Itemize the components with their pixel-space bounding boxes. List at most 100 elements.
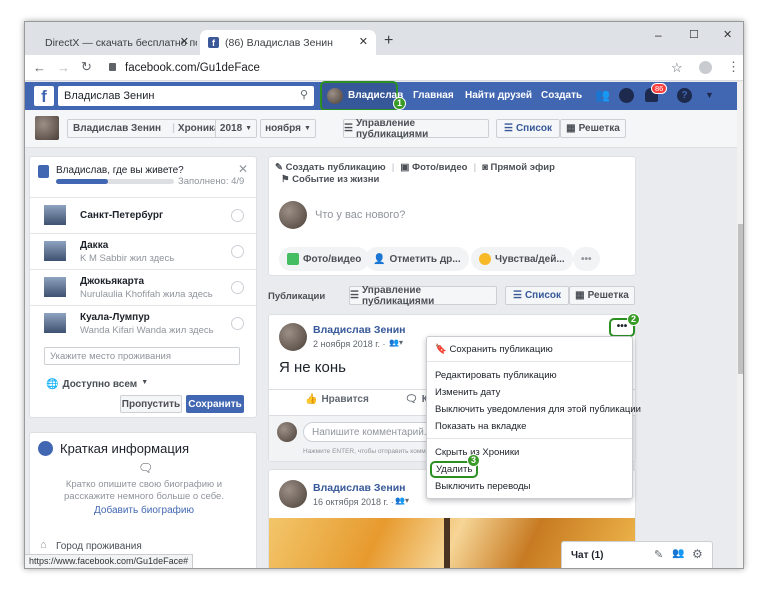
menu-item-show-on-tab[interactable]: Показать на вкладке xyxy=(435,421,526,432)
city-subtitle: Wanda Kifari Wanda жил здесь xyxy=(80,325,214,336)
tab-create-post[interactable]: ✎ Создать публикацию xyxy=(275,162,386,173)
photo-video-label: Фото/видео xyxy=(303,253,362,265)
chevron-down-icon: ▼ xyxy=(141,379,149,386)
audience-friends-icon[interactable]: 👥▾ xyxy=(389,338,403,347)
tab-directx[interactable]: DirectX — скачать бесплатно по ✕ xyxy=(31,30,197,55)
more-options-button[interactable]: ••• xyxy=(573,247,600,271)
location-card: Владислав, где вы живете? ✕ Заполнено: 4… xyxy=(29,156,257,418)
list-item[interactable]: Санкт-Петербург xyxy=(30,197,256,233)
post-date[interactable]: 2 ноября 2018 г. · xyxy=(313,339,386,349)
maximize-button[interactable]: ☐ xyxy=(689,28,699,41)
list-view-button[interactable]: ☰ Список xyxy=(505,286,569,305)
post-author[interactable]: Владислав Зенин xyxy=(313,482,406,494)
divider xyxy=(427,438,632,439)
city-radio[interactable] xyxy=(231,245,244,258)
forward-arrow-icon[interactable]: → xyxy=(57,60,70,75)
list-icon: ☰ xyxy=(512,290,522,301)
help-icon[interactable]: ? xyxy=(677,88,692,103)
tab-photo[interactable]: ▣ Фото/видео xyxy=(400,162,467,173)
close-icon[interactable]: ✕ xyxy=(180,35,189,48)
city-subtitle: Nurulaulia Khofifah жила здесь xyxy=(80,289,213,300)
search-icon[interactable]: ⚲ xyxy=(300,88,308,101)
city-radio[interactable] xyxy=(231,209,244,222)
nav-create[interactable]: Создать xyxy=(541,86,582,106)
scrollbar-thumb[interactable] xyxy=(738,224,743,374)
post-date[interactable]: 16 октября 2018 г. · xyxy=(313,497,394,507)
audience-selector[interactable]: 🌐 Доступно всем ▼ xyxy=(46,379,148,390)
progress-track xyxy=(56,179,174,184)
profile-icon[interactable] xyxy=(699,61,712,74)
facebook-logo-icon[interactable]: f xyxy=(34,86,54,106)
composer-input[interactable]: Что у вас нового? xyxy=(315,209,405,221)
manage-posts-button[interactable]: ☰ Управление публикациями xyxy=(349,285,497,307)
nav-find-friends[interactable]: Найти друзей xyxy=(465,86,532,106)
group-icon[interactable]: 👥 xyxy=(672,548,684,559)
avatar[interactable] xyxy=(279,323,307,351)
comment-button[interactable]: 🗨 К xyxy=(405,394,428,405)
menu-dots-icon[interactable]: ⋮ xyxy=(727,59,740,75)
tag-friends-button[interactable]: 👤 Отметить др... xyxy=(365,247,469,271)
tag-user-icon: 👤 xyxy=(373,253,386,265)
close-window-button[interactable]: ✕ xyxy=(723,28,732,41)
comment-input[interactable]: Напишите комментарий... xyxy=(303,422,437,442)
save-button[interactable]: Сохранить xyxy=(186,395,244,413)
city-radio[interactable] xyxy=(231,281,244,294)
menu-item-change-date[interactable]: Изменить дату xyxy=(435,387,500,398)
list-icon: ☰ xyxy=(503,123,513,134)
search-input[interactable]: Владислав Зенин ⚲ xyxy=(58,86,314,106)
location-input[interactable]: Укажите место проживания xyxy=(44,347,240,365)
list-item[interactable]: Куала-Лумпур Wanda Kifari Wanda жил здесь xyxy=(30,305,256,341)
menu-item-save[interactable]: 🔖 Сохранить публикацию xyxy=(435,344,553,355)
profile-link[interactable]: Владислав xyxy=(320,81,403,111)
close-icon[interactable]: ✕ xyxy=(359,35,368,48)
list-view-button[interactable]: ☰ Список xyxy=(496,119,560,138)
reload-icon[interactable]: ↻ xyxy=(81,59,92,75)
tab-facebook[interactable]: f (86) Владислав Зенин ✕ xyxy=(200,30,376,55)
avatar[interactable] xyxy=(35,116,59,140)
grid-view-button[interactable]: ▦ Решетка xyxy=(569,286,635,305)
menu-item-edit[interactable]: Редактировать публикацию xyxy=(435,370,557,381)
menu-item-turn-off-translations[interactable]: Выключить переводы xyxy=(435,481,530,492)
skip-button[interactable]: Пропустить xyxy=(120,395,182,413)
composer-tabs: ✎ Создать публикацию | ▣ Фото/видео | ◙ … xyxy=(275,162,555,173)
post-options-menu: 🔖 Сохранить публикацию Редактировать пуб… xyxy=(426,336,641,499)
chat-bar[interactable]: Чат (1) ✎ 👥 ⚙ xyxy=(561,541,713,568)
manage-posts-button[interactable]: ☰ Управление публикациями xyxy=(343,118,489,140)
tab-life-event[interactable]: ⚑ Событие из жизни xyxy=(281,174,379,185)
feeling-button[interactable]: Чувства/дей... xyxy=(471,247,573,271)
add-bio-link[interactable]: Добавить биографию xyxy=(30,505,258,516)
tab-live[interactable]: ◙ Прямой эфир xyxy=(482,162,555,173)
smiley-icon xyxy=(479,253,491,265)
messenger-icon[interactable] xyxy=(619,88,634,103)
audience-friends-icon[interactable]: 👥▾ xyxy=(395,496,409,505)
scrollbar[interactable] xyxy=(737,82,743,568)
list-item[interactable]: Дакка K M Sabbir жил здесь xyxy=(30,233,256,269)
star-icon[interactable]: ☆ xyxy=(671,60,683,76)
menu-item-turn-off-notifications[interactable]: Выключить уведомления для этой публикаци… xyxy=(435,404,641,415)
new-tab-button[interactable]: + xyxy=(384,32,393,50)
nav-home[interactable]: Главная xyxy=(413,86,454,106)
url-text[interactable]: facebook.com/Gu1deFace xyxy=(125,62,260,74)
gear-icon[interactable]: ⚙ xyxy=(692,547,703,561)
post-author[interactable]: Владислав Зенин xyxy=(313,324,406,336)
month-dropdown[interactable]: ноября ▼ xyxy=(260,119,316,138)
close-icon[interactable]: ✕ xyxy=(238,162,248,176)
city-name: Санкт-Петербург xyxy=(80,210,164,221)
timeline-name: Владислав Зенин xyxy=(73,123,162,134)
compose-icon[interactable]: ✎ xyxy=(654,548,663,561)
grid-label: Решетка xyxy=(587,290,629,301)
avatar[interactable] xyxy=(279,480,307,508)
chevron-down-icon: ▼ xyxy=(245,125,253,132)
list-item[interactable]: Джокьякарта Nurulaulia Khofifah жила здес… xyxy=(30,269,256,305)
friend-requests-icon[interactable]: 👥 xyxy=(595,88,610,102)
facebook-favicon-icon: f xyxy=(208,37,219,48)
city-name: Джокьякарта xyxy=(80,276,145,287)
back-arrow-icon[interactable]: ← xyxy=(33,60,46,75)
year-dropdown[interactable]: 2018 ▼ xyxy=(215,119,257,138)
minimize-button[interactable]: – xyxy=(655,28,662,42)
photo-video-button[interactable]: Фото/видео xyxy=(279,247,370,271)
chevron-down-icon[interactable]: ▼ xyxy=(705,90,714,100)
city-radio[interactable] xyxy=(231,317,244,330)
grid-view-button[interactable]: ▦ Решетка xyxy=(560,119,626,138)
like-button[interactable]: 👍 Нравится xyxy=(305,394,369,405)
